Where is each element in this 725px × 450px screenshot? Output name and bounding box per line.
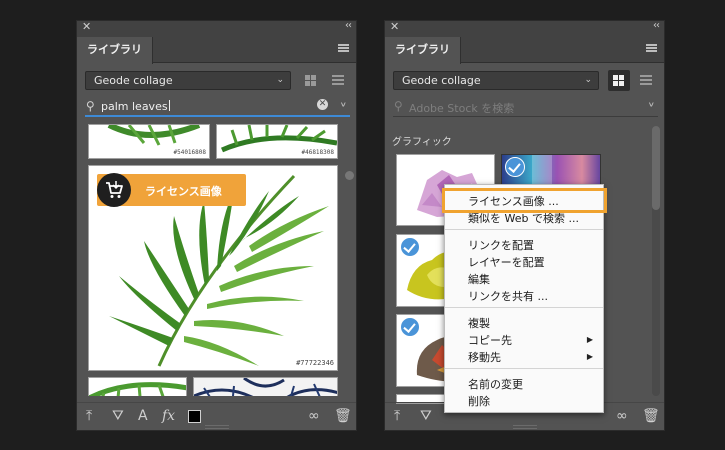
list-icon: [640, 75, 652, 86]
palm-image: [89, 382, 186, 396]
grid-view-button[interactable]: [608, 70, 630, 91]
list-view-button[interactable]: [327, 70, 349, 91]
collapse-icon[interactable]: ‹‹: [345, 20, 352, 31]
resize-grip[interactable]: [205, 425, 229, 429]
menu-item-move-to[interactable]: 移動先: [468, 349, 501, 365]
search-placeholder: Adobe Stock を検索: [409, 102, 515, 115]
search-options-chevron-icon[interactable]: ∨: [648, 101, 655, 109]
menu-item-copy-to[interactable]: コピー先: [468, 332, 512, 348]
synced-check-icon: [400, 237, 420, 257]
panel-menu-icon[interactable]: [338, 44, 349, 52]
menu-separator: [445, 368, 603, 369]
chevron-down-icon: ⌄: [276, 75, 284, 85]
scrollbar-thumb[interactable]: [652, 126, 660, 210]
panel-footer: ⤒ ⛛ A fx ∞ 🗑: [77, 402, 356, 430]
menu-item-edit[interactable]: 編集: [468, 271, 490, 287]
panel-menu-icon[interactable]: [646, 44, 657, 52]
library-select[interactable]: Geode collage ⌄: [85, 71, 291, 90]
creative-cloud-icon[interactable]: ∞: [308, 408, 320, 424]
stock-search-input[interactable]: ⚲ Adobe Stock を検索 ∨: [393, 97, 658, 117]
collapse-icon[interactable]: ‹‹: [653, 20, 660, 31]
section-label-graphics: グラフィック: [392, 137, 452, 148]
close-icon[interactable]: ✕: [390, 20, 399, 33]
grid-icon: [305, 75, 317, 86]
license-image-label: ライセンス画像: [145, 185, 222, 198]
vertical-scrollbar[interactable]: [652, 126, 660, 396]
cart-icon: [97, 173, 131, 207]
result-thumbnail[interactable]: [88, 377, 187, 396]
menu-item-share-link[interactable]: リンクを共有 ...: [468, 288, 548, 304]
stock-search-input[interactable]: ⚲ palm leaves ✕ ∨: [85, 97, 350, 117]
upload-icon[interactable]: ⤒: [394, 408, 400, 424]
highlight-frame: [442, 188, 607, 213]
search-options-chevron-icon[interactable]: ∨: [340, 101, 347, 109]
add-color-icon[interactable]: ⛛: [420, 408, 432, 424]
add-color-icon[interactable]: ⛛: [112, 408, 124, 424]
upload-icon[interactable]: ⤒: [86, 408, 92, 424]
list-view-button[interactable]: [635, 70, 657, 91]
trash-icon[interactable]: 🗑: [642, 408, 660, 424]
submenu-arrow-icon: ▶: [586, 335, 593, 344]
menu-item-place-as-layer[interactable]: レイヤーを配置: [468, 254, 545, 270]
close-icon[interactable]: ✕: [82, 20, 91, 33]
grid-icon: [613, 75, 625, 86]
add-layer-style-icon[interactable]: fx: [162, 408, 175, 424]
search-icon: ⚲: [86, 99, 95, 113]
context-menu: ライセンス画像 ... 類似を Web で検索 ... リンクを配置 レイヤーを…: [442, 184, 607, 413]
panel-titlebar: ✕ ‹‹: [385, 20, 664, 35]
menu-item-duplicate[interactable]: 複製: [468, 315, 490, 331]
stock-id: #54016808: [173, 149, 206, 156]
submenu-arrow-icon: ▶: [586, 352, 593, 361]
trash-icon[interactable]: 🗑: [334, 408, 352, 424]
license-image-button[interactable]: ライセンス画像: [97, 173, 246, 207]
search-results: #54016808 #46818308 #77722346 ライセンス画像: [77, 124, 356, 396]
search-value: palm leaves: [101, 100, 168, 113]
scroll-indicator[interactable]: [345, 171, 354, 180]
foreground-color-swatch[interactable]: [188, 410, 201, 423]
grid-view-button[interactable]: [300, 70, 322, 91]
library-select-value: Geode collage: [94, 74, 173, 87]
resize-grip[interactable]: [513, 425, 537, 429]
list-icon: [332, 75, 344, 86]
library-select-value: Geode collage: [402, 74, 481, 87]
menu-separator: [445, 307, 603, 308]
palm-pattern-image: [194, 378, 337, 396]
synced-check-icon: [505, 157, 525, 177]
menu-separator: [445, 229, 603, 230]
synced-check-icon: [400, 317, 420, 337]
result-thumbnail[interactable]: #46818308: [216, 124, 338, 159]
search-icon: ⚲: [394, 99, 403, 113]
panel-tabbar: ライブラリ: [385, 35, 664, 64]
stock-id: #77722346: [296, 359, 334, 367]
menu-item-rename[interactable]: 名前の変更: [468, 376, 523, 392]
result-thumbnail[interactable]: #54016808: [88, 124, 210, 159]
creative-cloud-icon[interactable]: ∞: [616, 408, 628, 424]
panel-tabbar: ライブラリ: [77, 35, 356, 64]
panel-titlebar: ✕ ‹‹: [77, 20, 356, 35]
menu-item-place-linked[interactable]: リンクを配置: [468, 237, 534, 253]
library-select[interactable]: Geode collage ⌄: [393, 71, 599, 90]
clear-search-icon[interactable]: ✕: [317, 99, 328, 110]
tab-libraries[interactable]: ライブラリ: [385, 37, 461, 64]
add-text-style-icon[interactable]: A: [138, 408, 148, 424]
libraries-panel-left: ✕ ‹‹ ライブラリ Geode collage ⌄ ⚲ palm leaves…: [76, 20, 357, 431]
result-thumbnail[interactable]: [193, 377, 338, 396]
stock-id: #46818308: [301, 149, 334, 156]
tab-libraries[interactable]: ライブラリ: [77, 37, 153, 64]
menu-item-delete[interactable]: 削除: [468, 393, 490, 409]
chevron-down-icon: ⌄: [584, 75, 592, 85]
